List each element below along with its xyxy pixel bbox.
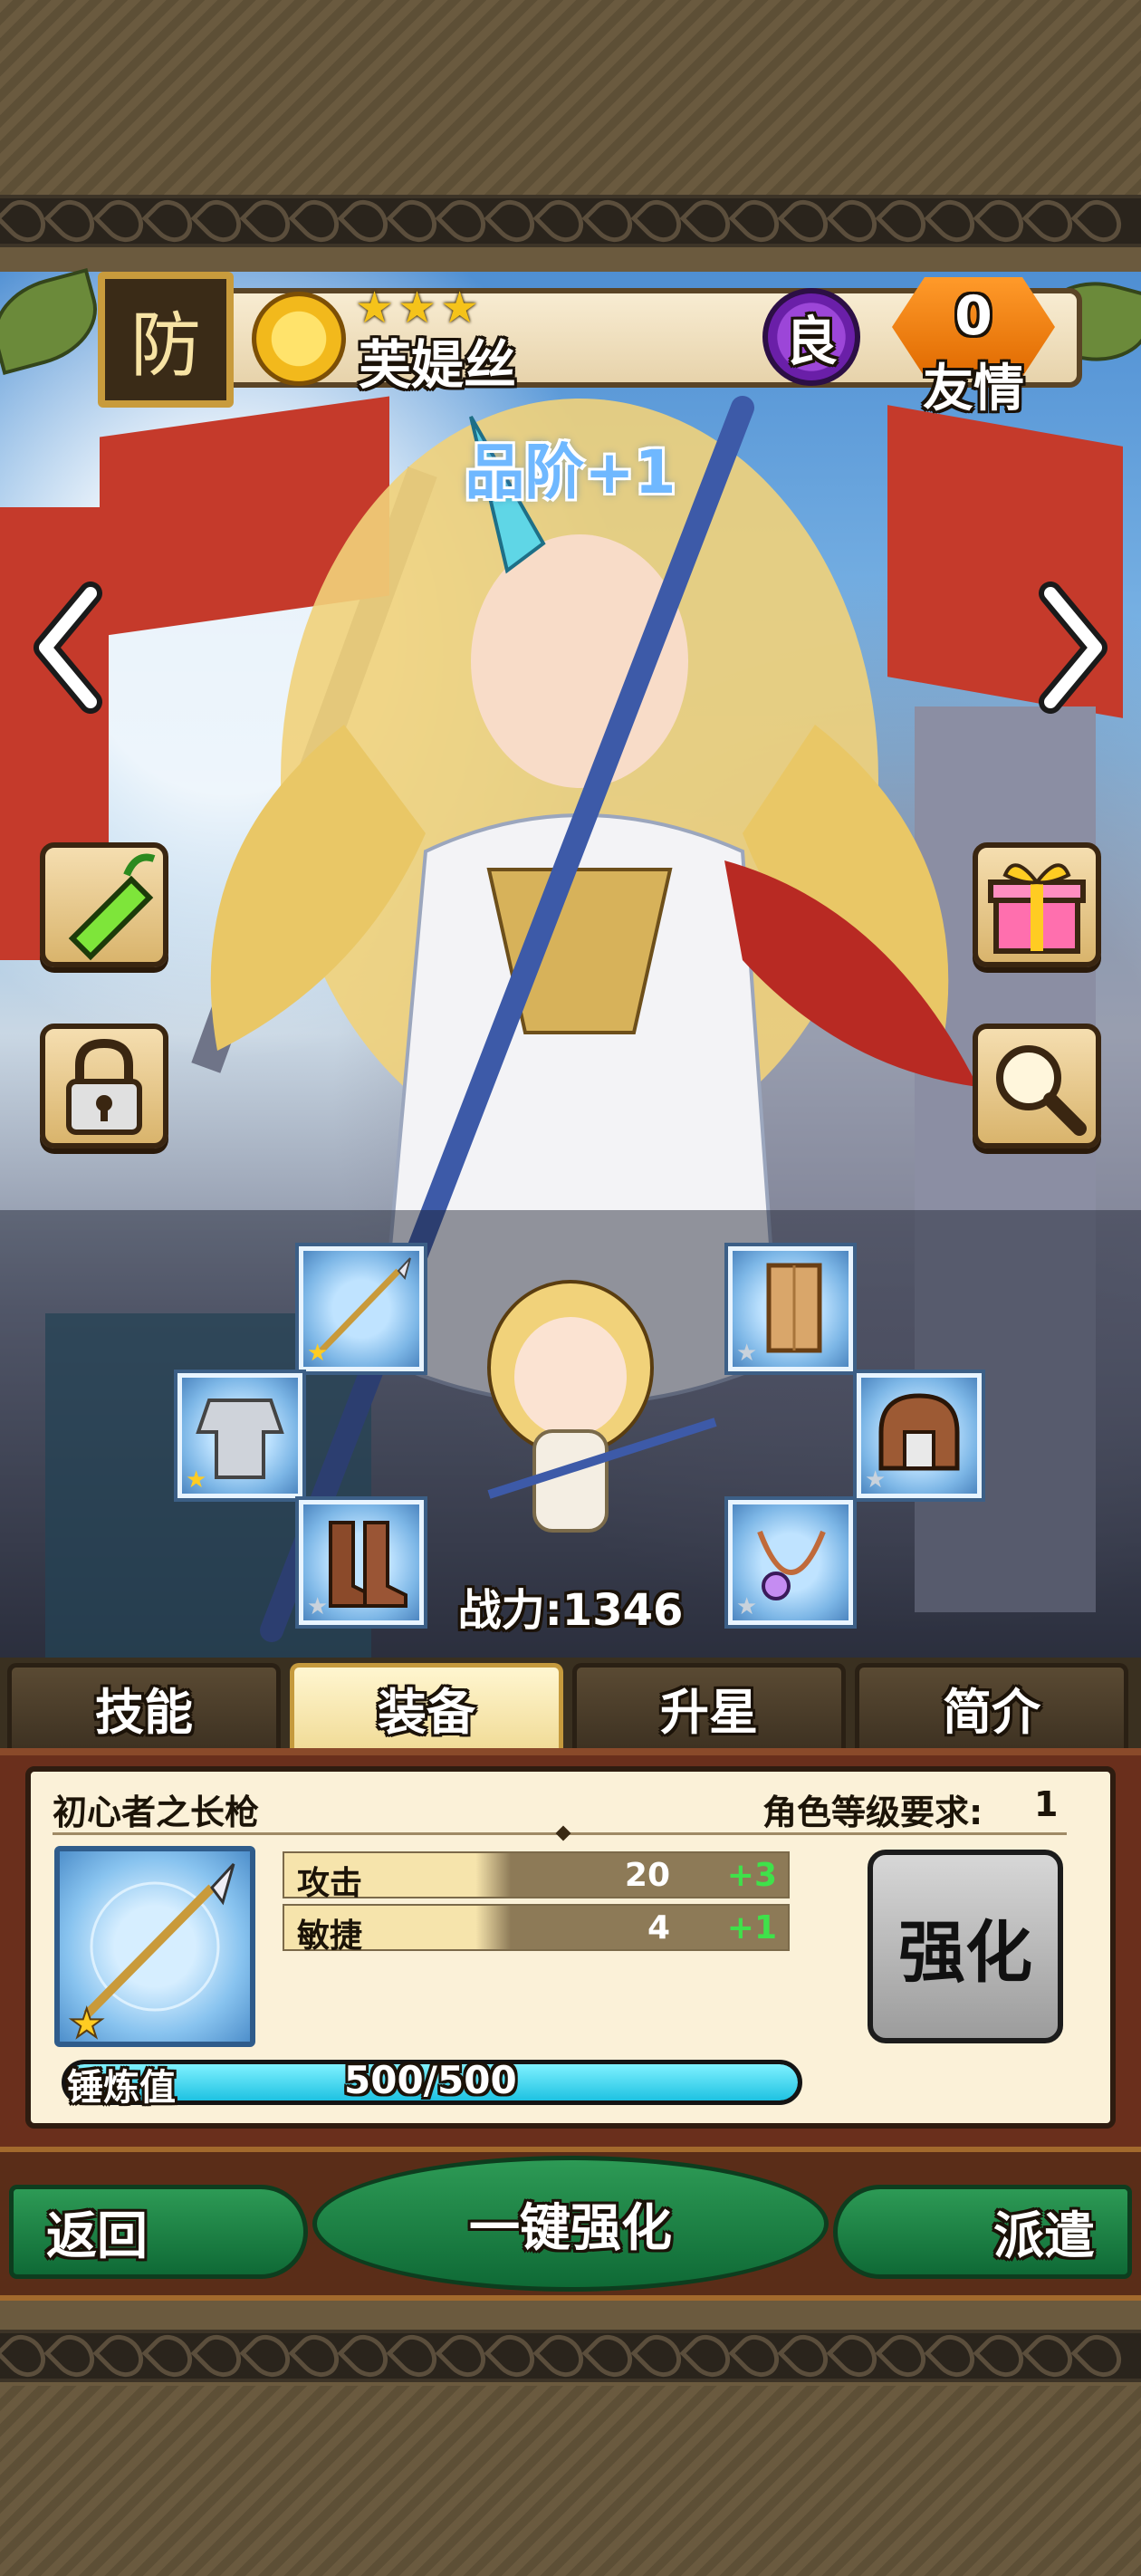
stat-name: 敏捷 [297, 1918, 363, 1955]
class-badge: 防 [98, 272, 234, 408]
character-header: 防 ★★★ 芙媞丝 良 0 友情 [0, 268, 1141, 418]
equip-slot-accessory[interactable]: ★ [728, 1500, 853, 1625]
lock-icon [66, 1038, 142, 1135]
chibi-character [487, 1280, 717, 1533]
svg-text:★: ★ [69, 2001, 104, 2042]
next-character-button[interactable] [1032, 580, 1114, 716]
level-requirement-label: 角色等级要求: [762, 1793, 983, 1832]
chevron-right-icon [1039, 582, 1107, 714]
top-wood-border [0, 0, 1141, 195]
item-name: 初心者之长枪 [53, 1793, 260, 1832]
friendship-value: 0 [954, 284, 992, 348]
rank-text: 品阶+1 [465, 437, 676, 507]
character-name: 芙媞丝 [359, 334, 517, 396]
stat-value: 4 [647, 1909, 670, 1946]
chevron-left-icon [34, 582, 102, 714]
gift-icon [988, 863, 1086, 954]
level-requirement-value: 1 [1034, 1784, 1059, 1824]
tab-skills[interactable]: 技能 [7, 1663, 281, 1748]
friendship-badge[interactable]: 0 友情 [892, 277, 1055, 418]
bottom-wood-border [0, 2386, 1141, 2576]
rarity-medal-icon [252, 292, 346, 386]
stat-bonus: +1 [726, 1909, 777, 1946]
equip-slot-helmet[interactable]: ★ [857, 1373, 982, 1498]
stat-name: 攻击 [297, 1865, 363, 1902]
bottom-ornament-band [0, 2330, 1141, 2382]
top-ornament-band [0, 195, 1141, 247]
inspect-button[interactable] [973, 1024, 1101, 1149]
tab-star-up[interactable]: 升星 [572, 1663, 846, 1748]
equip-slot-weapon[interactable]: ★ [299, 1246, 424, 1371]
equip-slot-armor[interactable]: ★ [177, 1373, 302, 1498]
spear-icon: ★ [68, 1862, 235, 2048]
forge-label: 锤炼值 [67, 2067, 176, 2109]
grade-badge[interactable]: 良 [762, 288, 860, 386]
one-click-enhance-button[interactable]: 一键强化 [312, 2156, 829, 2292]
equip-slot-boots[interactable]: ★ [299, 1500, 424, 1625]
stat-bonus: +3 [726, 1857, 777, 1894]
potion-icon [68, 853, 156, 961]
equip-slot-shield[interactable]: ★ [728, 1246, 853, 1371]
gift-button[interactable] [973, 842, 1101, 967]
back-button[interactable]: 返回 [9, 2185, 308, 2279]
stat-row-attack: 攻击 20 +3 [283, 1851, 790, 1902]
tab-bar: 技能 装备 升星 简介 [0, 1658, 1141, 1748]
previous-character-button[interactable] [27, 580, 109, 716]
potion-button[interactable] [40, 842, 168, 967]
friendship-label: 友情 [923, 360, 1024, 418]
selected-item-icon[interactable]: ★ [54, 1846, 255, 2048]
lock-button[interactable] [40, 1024, 168, 1149]
dispatch-button[interactable]: 派遣 [833, 2185, 1132, 2279]
enhance-button[interactable]: 强化 [868, 1850, 1063, 2043]
magnifier-icon [996, 1045, 1087, 1136]
battle-power: 战力:1346 [457, 1585, 684, 1636]
tab-profile[interactable]: 简介 [855, 1663, 1128, 1748]
leaf-decoration-left [0, 268, 109, 375]
forge-value: 500/500 [344, 2058, 517, 2102]
stat-value: 20 [624, 1857, 670, 1894]
stat-row-agility: 敏捷 4 +1 [283, 1904, 790, 1955]
tab-equipment[interactable]: 装备 [290, 1663, 563, 1748]
